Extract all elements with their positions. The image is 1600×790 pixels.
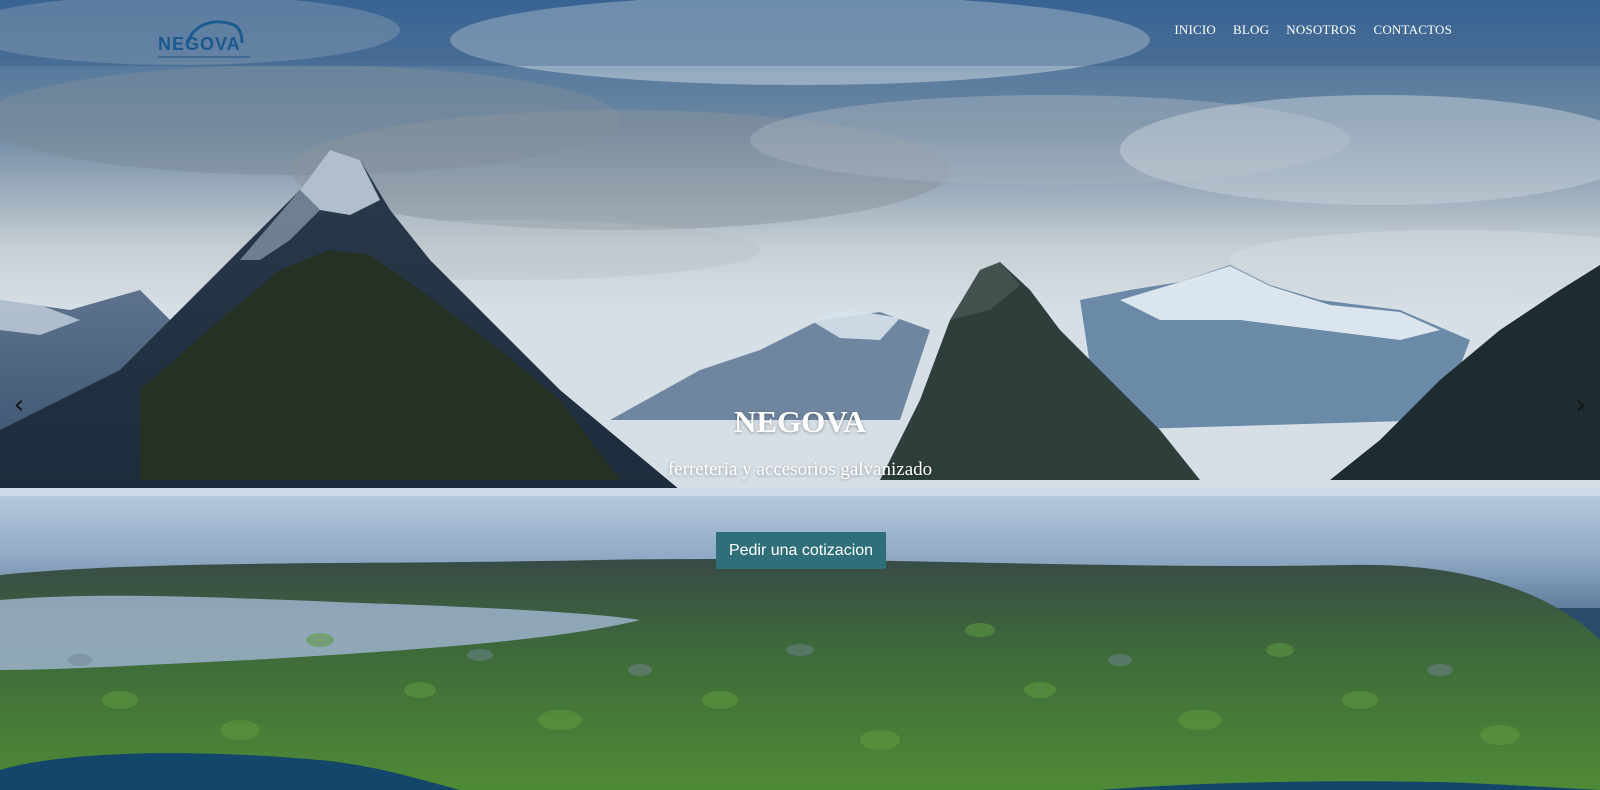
nav-link-contactos[interactable]: CONTACTOS: [1373, 22, 1452, 37]
brand-logo[interactable]: NEGOVA: [150, 10, 250, 60]
nav-item-nosotros: NOSOTROS: [1286, 21, 1356, 39]
main-nav: INICIO BLOG NOSOTROS CONTACTOS: [1174, 21, 1452, 39]
nav-item-contactos: CONTACTOS: [1373, 21, 1452, 39]
hero-title: NEGOVA: [733, 404, 867, 439]
top-navbar: NEGOVA INICIO BLOG NOSOTROS CONTACTOS: [0, 0, 1600, 66]
hero-subtitle: ferreteria y accesorios galvanizado: [667, 459, 933, 480]
request-quote-button[interactable]: Pedir una cotizacion: [716, 532, 886, 569]
hero-background-image: [0, 0, 1600, 790]
hero-section: NEGOVA INICIO BLOG NOSOTROS CONTACTOS ‹ …: [0, 0, 1600, 790]
nav-link-blog[interactable]: BLOG: [1233, 22, 1269, 37]
logo-text: NEGOVA: [158, 34, 241, 54]
logo-underline: [158, 56, 250, 58]
nav-item-inicio: INICIO: [1174, 21, 1216, 39]
nav-link-inicio[interactable]: INICIO: [1174, 22, 1216, 37]
nav-item-blog: BLOG: [1233, 21, 1269, 39]
nav-link-nosotros[interactable]: NOSOTROS: [1286, 22, 1356, 37]
